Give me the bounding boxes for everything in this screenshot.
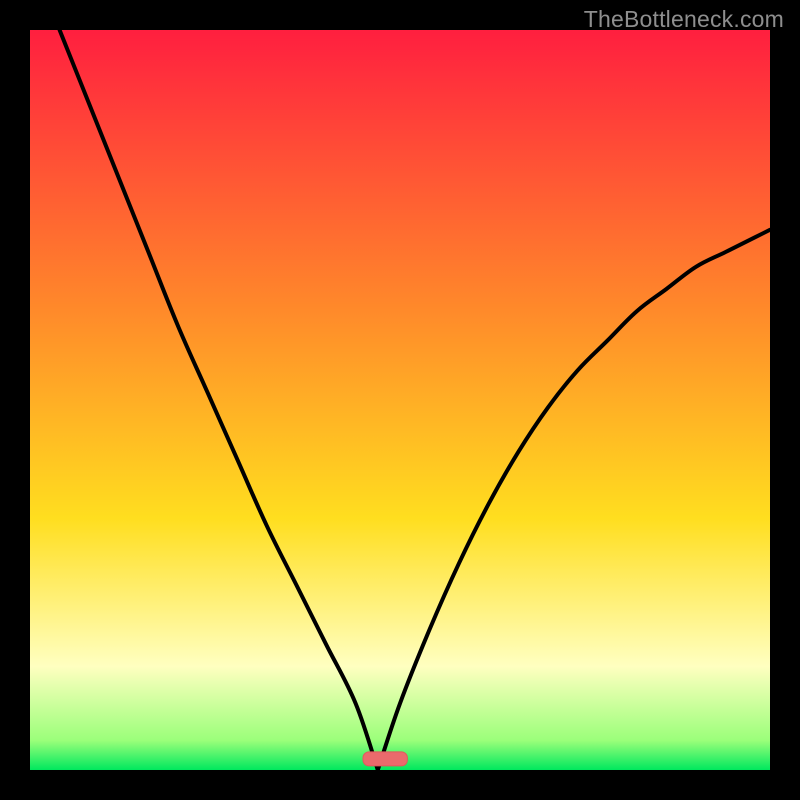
gradient-background (30, 30, 770, 770)
watermark-text: TheBottleneck.com (584, 6, 784, 33)
chart-svg (30, 30, 770, 770)
minimum-marker (363, 752, 407, 766)
plot-area (30, 30, 770, 770)
chart-frame: TheBottleneck.com (0, 0, 800, 800)
